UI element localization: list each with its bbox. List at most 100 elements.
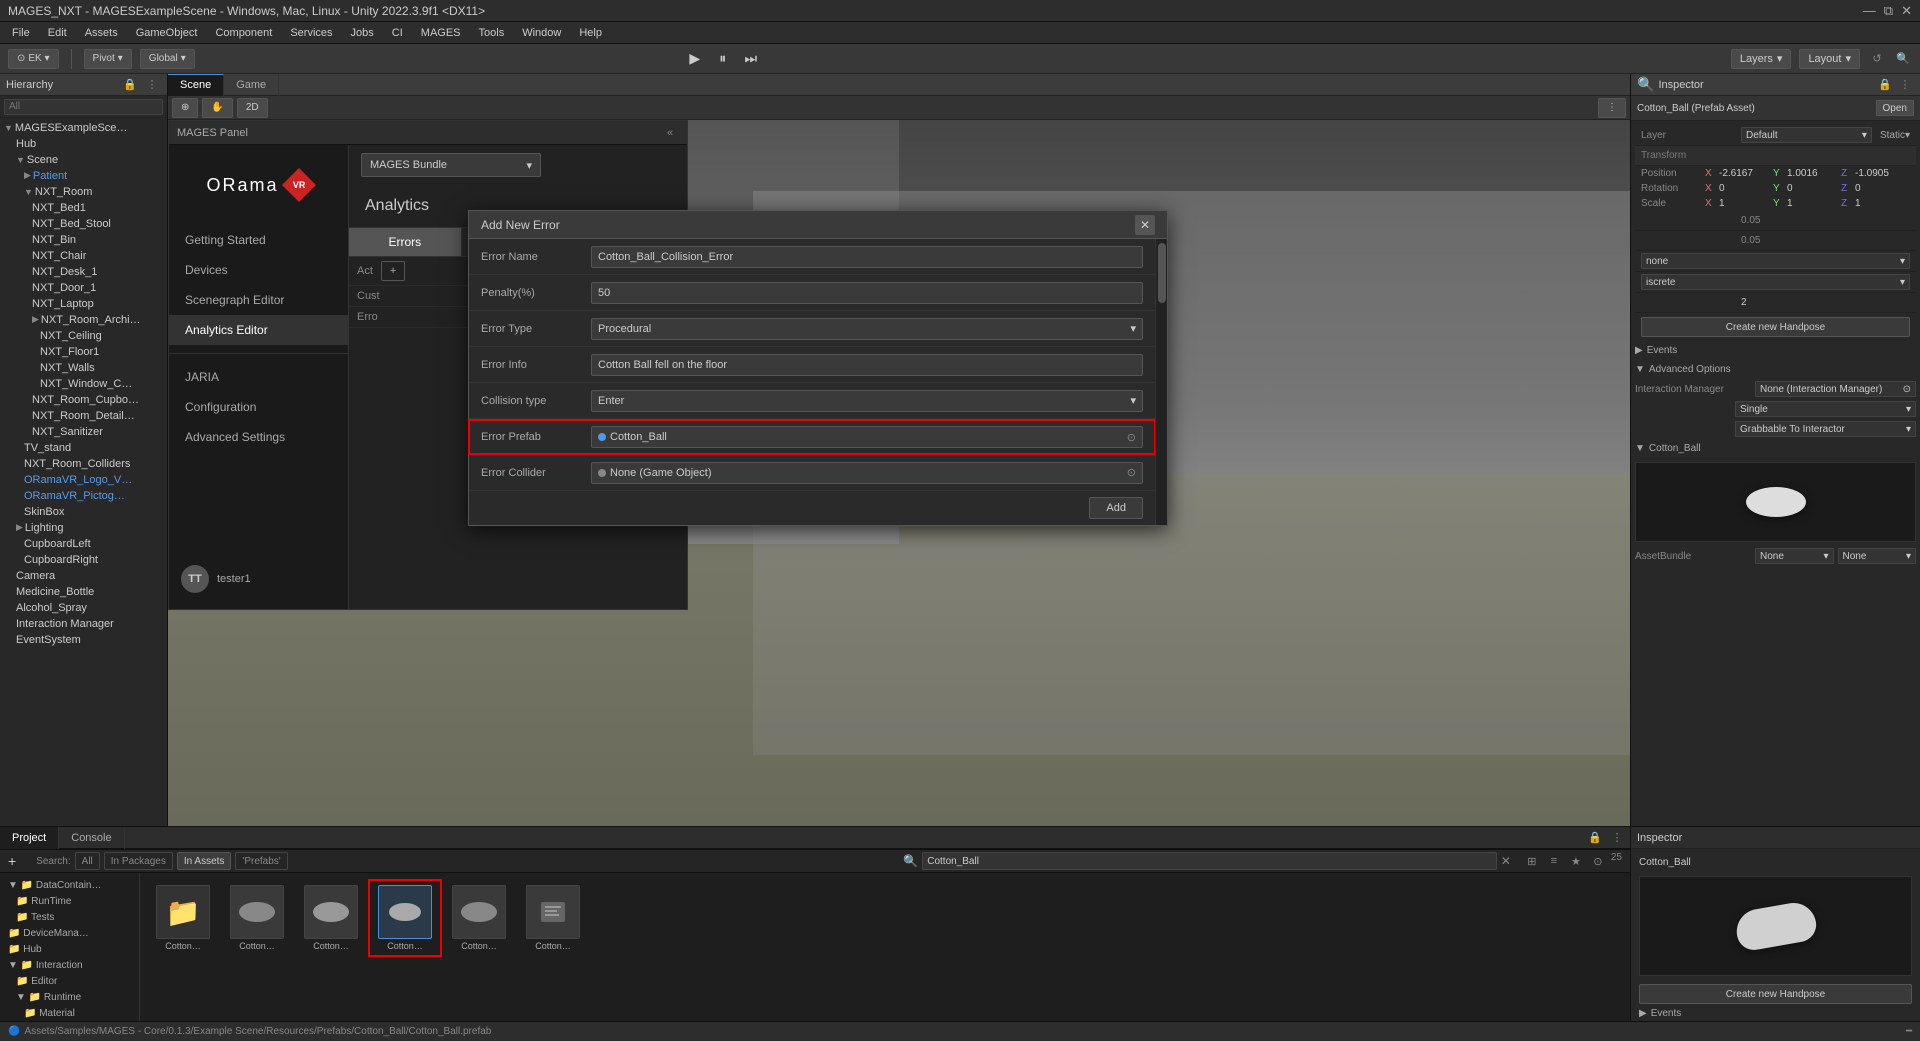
- events-section[interactable]: ▶ Events: [1635, 341, 1916, 360]
- pause-button[interactable]: ⏸: [711, 47, 735, 71]
- folder-devicemana[interactable]: 📁 DeviceMana…: [0, 925, 139, 941]
- tree-item-patient[interactable]: ▶ Patient: [0, 168, 167, 184]
- tree-item-ceiling[interactable]: NXT_Ceiling: [0, 328, 167, 344]
- analytics-add-btn[interactable]: +: [381, 261, 405, 281]
- folder-runtime2[interactable]: ▼ 📁 Runtime: [0, 989, 139, 1005]
- nav-advanced-settings[interactable]: Advanced Settings: [169, 422, 348, 452]
- filter-all[interactable]: All: [75, 852, 100, 870]
- asset-bundle-dropdown[interactable]: None ▾: [1755, 548, 1834, 564]
- search-clear-icon[interactable]: ✕: [1501, 854, 1511, 868]
- none-dropdown[interactable]: none ▾: [1641, 253, 1910, 269]
- nav-scenegraph[interactable]: Scenegraph Editor: [169, 285, 348, 315]
- dialog-close-btn[interactable]: ✕: [1135, 215, 1155, 235]
- tree-item-bed-stool[interactable]: NXT_Bed_Stool: [0, 216, 167, 232]
- static-arrow[interactable]: ▾: [1905, 130, 1910, 141]
- menu-component[interactable]: Component: [207, 25, 280, 41]
- hierarchy-menu-icon[interactable]: ⋮: [143, 76, 161, 94]
- project-icon-3[interactable]: ★: [1567, 852, 1585, 870]
- menu-services[interactable]: Services: [282, 25, 340, 41]
- close-btn[interactable]: ✕: [1901, 3, 1912, 19]
- scene-2d-btn[interactable]: 2D: [237, 98, 268, 118]
- tree-item-nxt-room[interactable]: ▼ NXT_Room: [0, 184, 167, 200]
- history-btn[interactable]: ↺: [1868, 50, 1886, 68]
- bundle-dropdown[interactable]: MAGES Bundle ▾: [361, 153, 541, 177]
- tree-item-skinbox[interactable]: SkinBox: [0, 504, 167, 520]
- inspector-menu-icon[interactable]: ⋮: [1896, 76, 1914, 94]
- advanced-options-section[interactable]: ▼ Advanced Options: [1635, 360, 1916, 379]
- asset-cotton-mesh3[interactable]: Cotton…: [444, 881, 514, 955]
- tree-item-cupboard-left[interactable]: CupboardLeft: [0, 536, 167, 552]
- asset-cotton-script[interactable]: Cotton…: [518, 881, 588, 955]
- cottonball-search-input[interactable]: [922, 852, 1497, 870]
- menu-edit[interactable]: Edit: [40, 25, 75, 41]
- folder-material[interactable]: 📁 Material: [0, 1005, 139, 1021]
- layout-dropdown[interactable]: Layout ▾: [1799, 49, 1860, 69]
- folder-datacontain[interactable]: ▼ 📁 DataContain…: [0, 877, 139, 893]
- layers-dropdown[interactable]: Layers ▾: [1731, 49, 1792, 69]
- folder-runtime[interactable]: 📁 RunTime: [0, 893, 139, 909]
- scene-more-btn[interactable]: ⋮: [1598, 98, 1626, 118]
- nav-devices[interactable]: Devices: [169, 255, 348, 285]
- search-toolbar-btn[interactable]: 🔍: [1894, 50, 1912, 68]
- cotton-ball-section[interactable]: ▼ Cotton_Ball: [1635, 439, 1916, 458]
- tree-item-lighting[interactable]: ▶ Lighting: [0, 520, 167, 536]
- interaction-manager-dropdown[interactable]: None (Interaction Manager) ⊙: [1755, 381, 1916, 397]
- input-error-name[interactable]: [591, 246, 1143, 268]
- project-icon-2[interactable]: ≡: [1545, 852, 1563, 870]
- single-dropdown[interactable]: Single ▾: [1735, 401, 1916, 417]
- dropdown-error-type[interactable]: Procedural ▾: [591, 318, 1143, 340]
- tree-item-hub[interactable]: Hub: [0, 136, 167, 152]
- create-handpose-btn[interactable]: Create new Handpose: [1641, 317, 1910, 337]
- folder-interaction[interactable]: ▼ 📁 Interaction: [0, 957, 139, 973]
- folder-editor[interactable]: 📁 Editor: [0, 973, 139, 989]
- discrete-dropdown[interactable]: iscrete ▾: [1641, 274, 1910, 290]
- tree-item-bin[interactable]: NXT_Bin: [0, 232, 167, 248]
- folder-tests[interactable]: 📁 Tests: [0, 909, 139, 925]
- project-menu-icon[interactable]: ⋮: [1608, 829, 1626, 847]
- grabbable-dropdown[interactable]: Grabbable To Interactor ▾: [1735, 421, 1916, 437]
- tree-item-mages[interactable]: ▼ MAGESExampleSce…: [0, 120, 167, 136]
- events-section-bottom[interactable]: ▶ Events: [1639, 1004, 1912, 1021]
- nav-configuration[interactable]: Configuration: [169, 392, 348, 422]
- menu-assets[interactable]: Assets: [77, 25, 126, 41]
- tab-scene[interactable]: Scene: [168, 74, 224, 96]
- project-lock-icon[interactable]: 🔒: [1586, 829, 1604, 847]
- filter-prefabs[interactable]: 'Prefabs': [235, 852, 287, 870]
- layer-dropdown[interactable]: Default ▾: [1741, 127, 1872, 143]
- tree-item-door[interactable]: NXT_Door_1: [0, 280, 167, 296]
- tree-item-laptop[interactable]: NXT_Laptop: [0, 296, 167, 312]
- tree-item-scene[interactable]: ▼ Scene: [0, 152, 167, 168]
- analytics-tab-errors[interactable]: Errors: [349, 228, 462, 256]
- step-button[interactable]: ⏭: [739, 47, 763, 71]
- tree-item-cupboard[interactable]: NXT_Room_Cupbo…: [0, 392, 167, 408]
- menu-file[interactable]: File: [4, 25, 38, 41]
- prefab-picker-icon[interactable]: ⊙: [1127, 431, 1136, 444]
- tree-item-detail[interactable]: NXT_Room_Detail…: [0, 408, 167, 424]
- input-error-info[interactable]: [591, 354, 1143, 376]
- nav-getting-started[interactable]: Getting Started: [169, 225, 348, 255]
- tree-item-interaction-mgr[interactable]: Interaction Manager: [0, 616, 167, 632]
- tree-item-sanitizer[interactable]: NXT_Sanitizer: [0, 424, 167, 440]
- asset-bundle-variant[interactable]: None ▾: [1838, 548, 1917, 564]
- tab-project[interactable]: Project: [0, 827, 59, 849]
- tree-item-walls[interactable]: NXT_Walls: [0, 360, 167, 376]
- tree-item-colliders[interactable]: NXT_Room_Colliders: [0, 456, 167, 472]
- obj-ref-collider[interactable]: None (Game Object) ⊙: [591, 462, 1143, 484]
- collider-picker-icon[interactable]: ⊙: [1127, 466, 1136, 479]
- tree-item-cupboard-right[interactable]: CupboardRight: [0, 552, 167, 568]
- menu-window[interactable]: Window: [514, 25, 569, 41]
- asset-cotton-mesh2[interactable]: Cotton…: [296, 881, 366, 955]
- tree-item-desk[interactable]: NXT_Desk_1: [0, 264, 167, 280]
- menu-ci[interactable]: CI: [384, 25, 411, 41]
- ek-dropdown[interactable]: ⊙ EK ▾: [8, 49, 59, 69]
- tab-console[interactable]: Console: [59, 827, 124, 849]
- dropdown-collision-type[interactable]: Enter ▾: [591, 390, 1143, 412]
- menu-tools[interactable]: Tools: [471, 25, 513, 41]
- scene-tool-1[interactable]: ⊕: [172, 98, 198, 118]
- tree-item-tvstand[interactable]: TV_stand: [0, 440, 167, 456]
- tree-item-window[interactable]: NXT_Window_C…: [0, 376, 167, 392]
- asset-cotton-mesh1[interactable]: Cotton…: [222, 881, 292, 955]
- filter-in-assets[interactable]: In Assets: [177, 852, 232, 870]
- dialog-scroll-thumb[interactable]: [1158, 243, 1166, 303]
- menu-gameobject[interactable]: GameObject: [128, 25, 206, 41]
